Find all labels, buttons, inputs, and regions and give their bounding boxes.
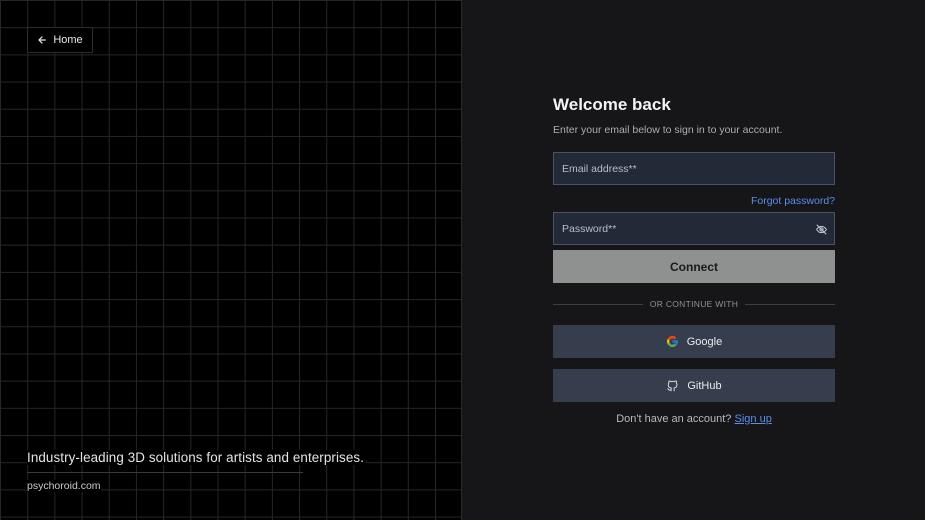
- sign-in-page: Home Industry-leading 3D solutions for a…: [0, 0, 925, 520]
- page-subtitle: Enter your email below to sign in to you…: [553, 124, 783, 136]
- forgot-row: Forgot password?: [553, 191, 835, 207]
- github-label: GitHub: [687, 379, 722, 392]
- connect-button[interactable]: Connect: [553, 250, 835, 283]
- google-icon: [666, 336, 678, 347]
- google-button[interactable]: Google: [553, 325, 835, 358]
- github-button[interactable]: GitHub: [553, 369, 835, 402]
- domain-text: psychoroid.com: [27, 480, 101, 492]
- tagline: Industry-leading 3D solutions for artist…: [27, 450, 367, 465]
- sign-in-form: Welcome back Enter your email below to s…: [553, 95, 836, 425]
- email-field: [553, 152, 835, 185]
- divider-label: OR CONTINUE WITH: [649, 299, 739, 309]
- brand-panel: Home Industry-leading 3D solutions for a…: [0, 0, 462, 520]
- signup-prompt: Don't have an account?: [616, 413, 732, 425]
- signup-link[interactable]: Sign up: [735, 413, 772, 425]
- auth-panel: Welcome back Enter your email below to s…: [462, 0, 925, 520]
- divider-rule-left: [553, 303, 643, 305]
- github-icon: [667, 380, 678, 392]
- forgot-password-link[interactable]: Forgot password?: [751, 195, 835, 207]
- google-label: Google: [686, 335, 723, 348]
- eye-off-icon[interactable]: [815, 223, 828, 236]
- page-title: Welcome back: [553, 95, 671, 114]
- home-button[interactable]: Home: [27, 27, 93, 53]
- home-label: Home: [53, 34, 83, 46]
- tagline-divider: [27, 472, 303, 473]
- divider-rule-right: [745, 303, 836, 305]
- oauth-divider: OR CONTINUE WITH: [553, 299, 836, 309]
- arrow-left-icon: [38, 36, 47, 44]
- password-field: [553, 212, 835, 245]
- password-input[interactable]: [562, 222, 802, 235]
- email-input[interactable]: [562, 162, 802, 175]
- signup-row: Don't have an account? Sign up: [553, 413, 835, 425]
